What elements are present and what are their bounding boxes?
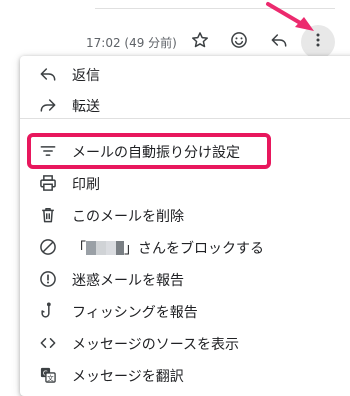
menu-item-label: メッセージを翻訳 xyxy=(72,369,184,385)
menu-item-label: フィッシングを報告 xyxy=(72,305,198,321)
menu-item-label: メッセージのソースを表示 xyxy=(72,337,240,353)
star-icon xyxy=(190,30,210,54)
menu-item-label: 「 」さんをブロックする xyxy=(72,238,264,258)
block-icon xyxy=(38,237,58,257)
phishing-hook-icon xyxy=(38,301,58,321)
message-timestamp: 17:02 (49 分前) xyxy=(86,36,177,50)
print-icon xyxy=(38,173,58,193)
star-button[interactable] xyxy=(186,28,214,56)
menu-item-label: 印刷 xyxy=(72,177,100,193)
menu-divider xyxy=(20,118,350,119)
annotation-highlight-box xyxy=(27,133,271,169)
menu-item-show-original[interactable]: メッセージのソースを表示 xyxy=(20,327,350,359)
emoji-icon xyxy=(229,30,249,54)
emoji-reaction-button[interactable] xyxy=(225,28,253,56)
forward-icon xyxy=(38,95,58,115)
reply-icon xyxy=(38,64,58,84)
code-icon xyxy=(38,333,58,353)
menu-item-report-spam[interactable]: 迷惑メールを報告 xyxy=(20,263,350,295)
redacted-name xyxy=(116,241,124,255)
report-spam-icon xyxy=(38,269,58,289)
block-label-suffix: 」さんをブロックする xyxy=(124,241,264,257)
menu-item-reply[interactable]: 返信 xyxy=(20,58,350,90)
menu-item-label: 返信 xyxy=(72,68,100,84)
redacted-name xyxy=(86,241,96,255)
trash-icon xyxy=(38,205,58,225)
message-more-menu: 返信 転送 メールの自動振り分け設定 印刷 このメールを削除 「」さんをブロック… xyxy=(20,56,350,396)
annotation-arrow xyxy=(266,2,314,31)
menu-item-delete[interactable]: このメールを削除 xyxy=(20,199,350,231)
menu-item-forward[interactable]: 転送 xyxy=(20,89,350,121)
menu-item-report-phishing[interactable]: フィッシングを報告 xyxy=(20,295,350,327)
menu-item-label: このメールを削除 xyxy=(72,209,184,225)
menu-item-translate[interactable]: G文 メッセージを翻訳 xyxy=(20,359,350,391)
redacted-name xyxy=(106,241,116,255)
svg-text:文: 文 xyxy=(47,373,54,382)
translate-icon: G文 xyxy=(38,365,58,385)
block-label-prefix: 「 xyxy=(72,241,86,257)
menu-item-label: 転送 xyxy=(72,99,100,115)
menu-item-block-sender[interactable]: 「 」さんをブロックする xyxy=(20,231,350,263)
redacted-name xyxy=(96,241,106,255)
menu-item-label: 迷惑メールを報告 xyxy=(72,273,184,289)
menu-item-print[interactable]: 印刷 xyxy=(20,167,350,199)
